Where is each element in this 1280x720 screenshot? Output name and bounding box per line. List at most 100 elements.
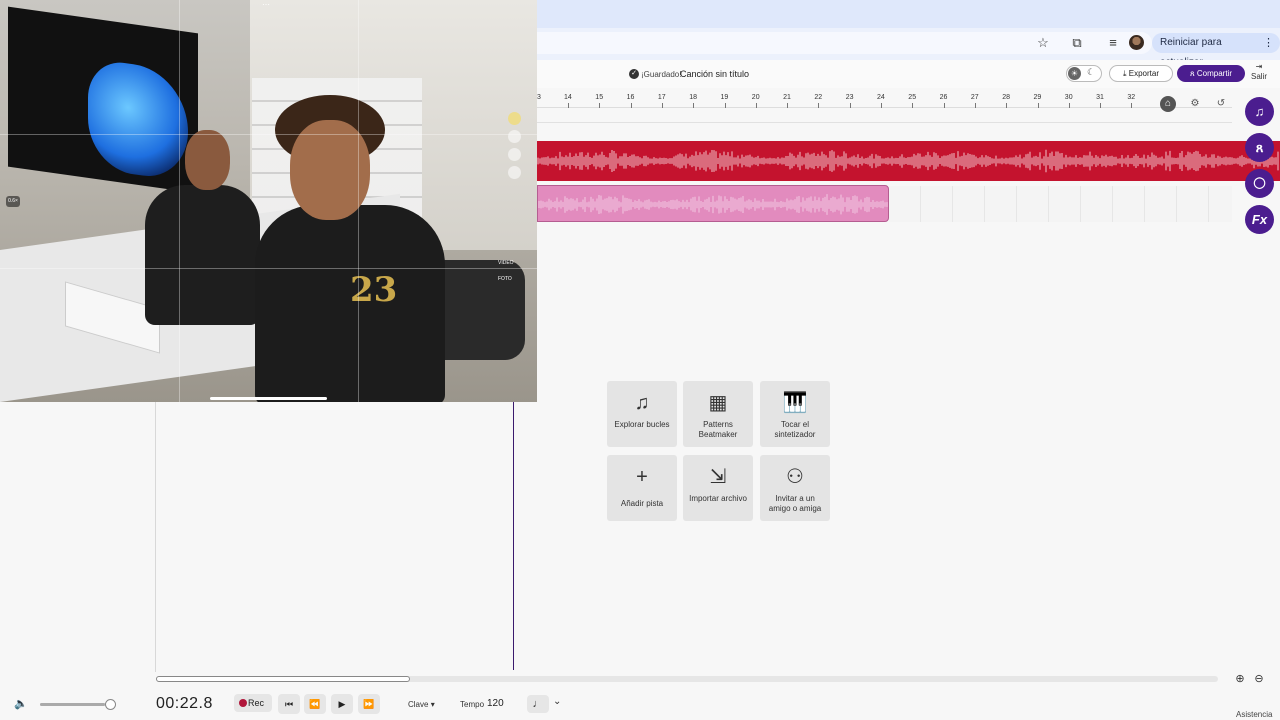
piano-icon: 🎹: [782, 392, 808, 414]
play-synth-button[interactable]: 🎹 Tocar el sintetizador: [760, 381, 830, 447]
key-selector[interactable]: Clave ▾: [408, 700, 435, 709]
ruler-mark: 23: [845, 94, 854, 101]
chevron-down-icon: ▾: [430, 700, 435, 709]
reload-update-button[interactable]: Reiniciar para actualizar ⋮: [1152, 33, 1280, 68]
ruler-mark: 22: [814, 94, 823, 101]
fx-icon[interactable]: Fx: [1245, 205, 1274, 234]
ruler-tick: [974, 103, 976, 108]
share-button[interactable]: ጸ Compartir: [1177, 65, 1245, 82]
add-track-button[interactable]: + Añadir pista: [607, 455, 677, 521]
invite-friend-button[interactable]: ⚇ Invitar a un amigo o amiga: [760, 455, 830, 521]
timeline-ruler[interactable]: 3 14 15 16 17 18 19 20 21 22 23 24 25 26 27 28 29 30 31 32: [537, 88, 1232, 108]
settings-icon[interactable]: ⚙: [1187, 96, 1203, 112]
timeline-scrollbar[interactable]: [156, 676, 1218, 682]
scrollbar-thumb[interactable]: [156, 676, 410, 682]
video-overlay: 23 ⋯ 0.6× VIDEO FOTO: [0, 0, 537, 402]
ruler-mark: 26: [939, 94, 948, 101]
import-file-button[interactable]: ⇲ Importar archivo: [683, 455, 753, 521]
exit-button[interactable]: ⇥ Salir: [1248, 62, 1270, 82]
music-note-icon[interactable]: ♫: [1245, 97, 1274, 126]
invite-user-icon: ⚇: [786, 466, 804, 488]
zoom-out-icon[interactable]: ⊖: [1252, 672, 1266, 686]
playlist-icon[interactable]: ≡: [1105, 35, 1121, 51]
collaborators-icon[interactable]: ጸ: [1245, 133, 1274, 162]
music-note-icon: ♫: [634, 392, 650, 414]
skip-to-start-icon[interactable]: ⏮: [278, 694, 300, 714]
ruler-mark: 15: [595, 94, 604, 101]
camera-grid-line: [0, 268, 537, 269]
camera-flash-icon: [508, 112, 521, 125]
saved-status: ¡Guardado!: [641, 70, 682, 79]
quick-action-label: Importar archivo: [689, 494, 747, 503]
ruler-tick: [693, 103, 695, 108]
ruler-mark: 19: [720, 94, 729, 101]
explore-loops-button[interactable]: ♫ Explorar bucles: [607, 381, 677, 447]
ruler-tick: [661, 103, 663, 108]
exit-icon: ⇥: [1255, 62, 1263, 71]
patterns-grid-icon: ▦: [708, 392, 728, 414]
moon-icon: ☾: [1087, 67, 1096, 77]
lane-divider: [537, 122, 1232, 123]
ruler-tick: [1006, 103, 1008, 108]
quick-action-label: Invitar a un amigo o amiga: [768, 494, 822, 513]
ruler-tick: [787, 103, 789, 108]
cast-icon[interactable]: ⧉: [1069, 35, 1085, 51]
tempo-value[interactable]: 120: [487, 698, 504, 709]
patterns-beatmaker-button[interactable]: ▦ Patterns Beatmaker: [683, 381, 753, 447]
ruler-mark: 21: [783, 94, 791, 101]
export-label: Exportar: [1128, 69, 1159, 78]
person-left-head: [185, 130, 230, 190]
star-icon[interactable]: ☆: [1035, 35, 1051, 51]
assistance-link[interactable]: Asistencia: [1236, 710, 1272, 719]
ruler-mark: 28: [1002, 94, 1010, 101]
ruler-mark: 25: [908, 94, 917, 101]
ruler-tick: [818, 103, 820, 108]
chevron-down-icon[interactable]: ⌄: [553, 696, 561, 707]
camera-zoom-badge: 0.6×: [6, 196, 20, 207]
audio-region-pink[interactable]: [537, 185, 889, 222]
volume-knob[interactable]: [105, 699, 116, 710]
audio-region-red[interactable]: [537, 141, 1280, 181]
ruler-tick: [724, 103, 726, 108]
ruler-tick: [1068, 103, 1070, 108]
home-indicator: [210, 397, 327, 400]
song-title[interactable]: Canción sin título: [680, 69, 749, 79]
key-label: Clave: [408, 700, 429, 709]
ruler-mark: 18: [689, 94, 697, 101]
ruler-mark: 3: [537, 94, 541, 101]
profile-avatar[interactable]: [1129, 35, 1144, 50]
ruler-tick: [630, 103, 632, 108]
track-lane-empty[interactable]: [889, 186, 1232, 222]
ruler-tick: [1037, 103, 1039, 108]
zoom-in-icon[interactable]: ⊕: [1233, 672, 1247, 686]
metronome-icon[interactable]: ♩: [527, 695, 549, 713]
ruler-mark: 27: [970, 94, 979, 101]
address-bar[interactable]: [520, 32, 1152, 54]
ruler-mark: 20: [751, 94, 760, 101]
follow-playhead-icon[interactable]: ⌂: [1160, 96, 1176, 112]
ruler-mark: 31: [1096, 94, 1104, 101]
ruler-tick: [1100, 103, 1102, 108]
camera-grid-line: [179, 0, 180, 402]
volume-icon[interactable]: 🔈: [14, 697, 28, 710]
ruler-tick: [568, 103, 569, 108]
person-right: 23: [255, 95, 445, 402]
camera-mode-photo: FOTO: [498, 276, 512, 282]
fast-forward-icon[interactable]: ⏩: [358, 694, 380, 714]
export-button[interactable]: ⤓ Exportar: [1109, 65, 1173, 82]
theme-toggle[interactable]: ☀ ☾: [1066, 65, 1102, 82]
playhead[interactable]: [513, 402, 514, 670]
camera-grid-line: [0, 134, 537, 135]
person-left-body: [145, 185, 260, 325]
chat-icon[interactable]: ◯: [1245, 169, 1274, 198]
undo-icon[interactable]: ↺: [1213, 96, 1229, 112]
play-icon[interactable]: ▶: [331, 694, 353, 714]
kebab-menu-icon[interactable]: ⋮: [1263, 33, 1274, 53]
ruler-tick: [881, 103, 882, 108]
ruler-mark: 16: [626, 94, 635, 101]
sun-icon: ☀: [1068, 67, 1081, 80]
record-button[interactable]: Rec: [234, 694, 272, 712]
camera-live-icon: [508, 148, 521, 161]
time-display: 00:22.8: [156, 695, 213, 712]
rewind-icon[interactable]: ⏪: [304, 694, 326, 714]
